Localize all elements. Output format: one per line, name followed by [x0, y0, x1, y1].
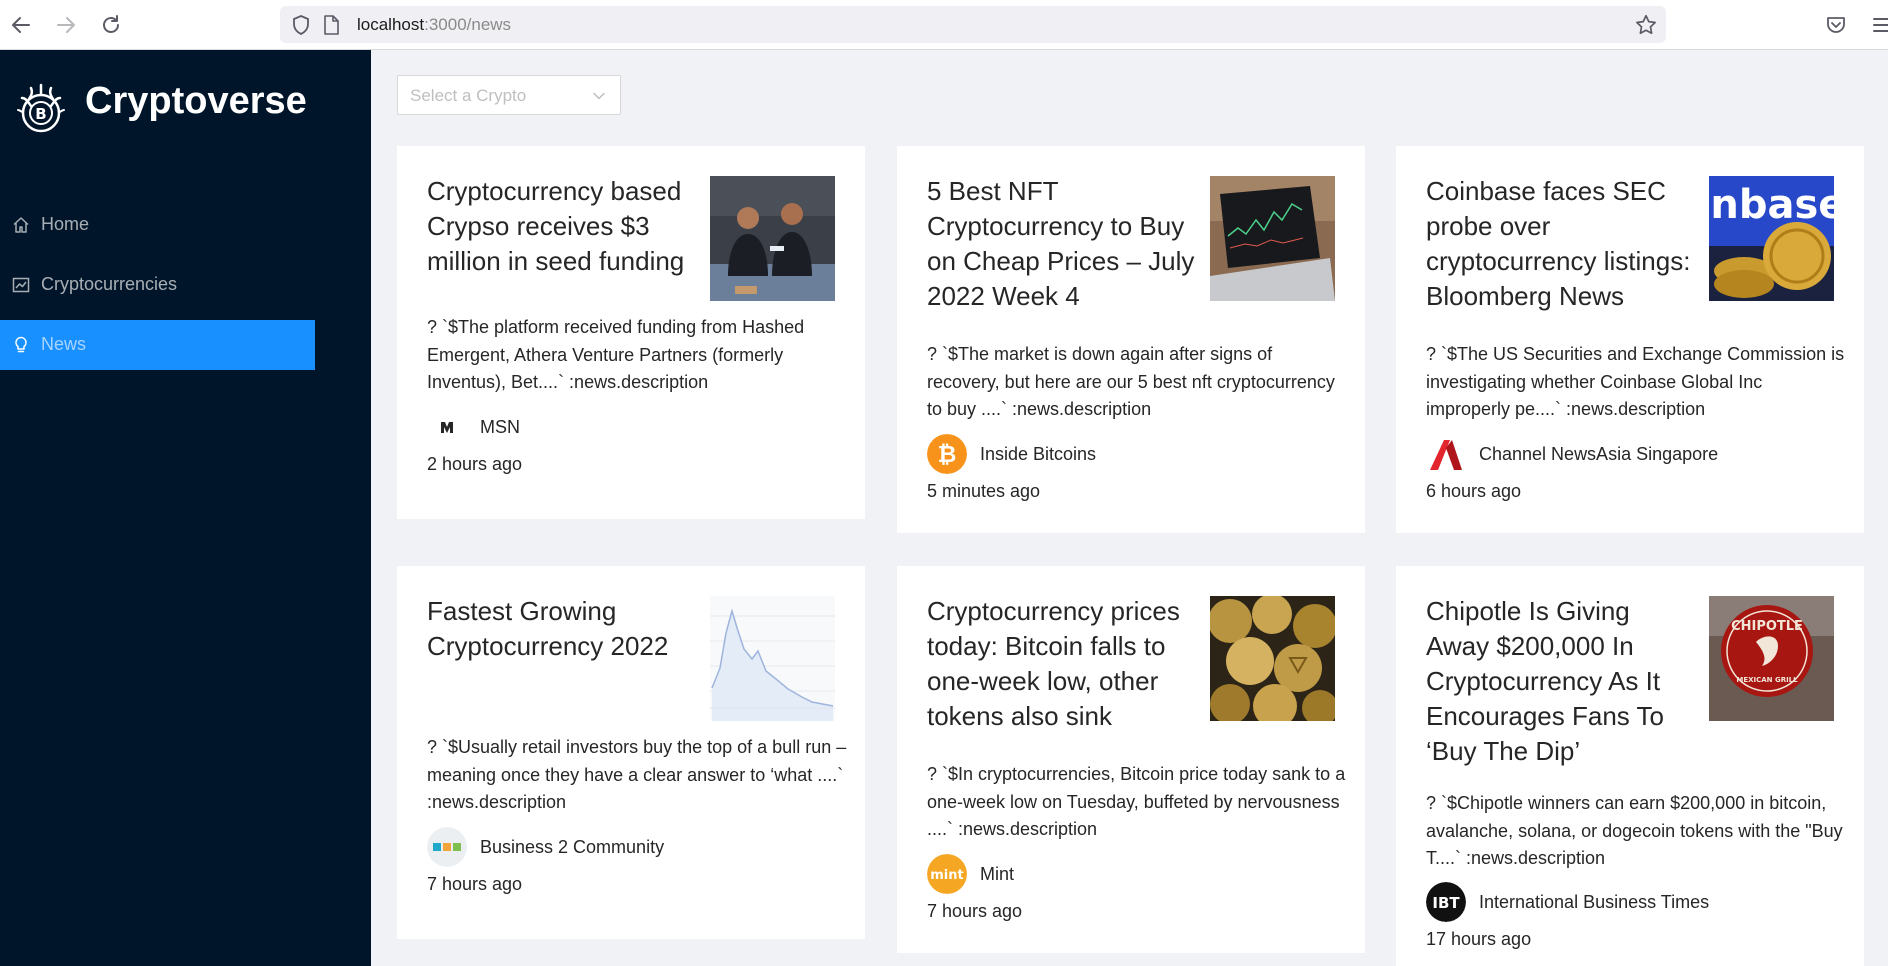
url-text[interactable]: localhost:3000/news	[357, 15, 511, 35]
thumb-subtext: MEXICAN GRILL	[1736, 676, 1798, 684]
news-card[interactable]: Coinbase faces SEC probe over cryptocurr…	[1396, 146, 1864, 533]
pocket-icon[interactable]	[1824, 13, 1848, 37]
news-description: ? `$Usually retail investors buy the top…	[427, 737, 847, 812]
founders-photo-icon	[710, 176, 835, 301]
provider-name: Inside Bitcoins	[980, 444, 1097, 464]
forward-arrow-icon[interactable]	[54, 13, 78, 37]
svg-text:B: B	[35, 105, 46, 123]
news-provider[interactable]: Business 2 Community	[427, 827, 847, 867]
hamburger-menu-icon[interactable]	[1872, 14, 1888, 36]
news-provider[interactable]: mint Mint	[927, 854, 1347, 894]
laptop-chart-photo-icon	[1210, 176, 1335, 301]
msn-logo-icon	[427, 407, 467, 447]
reload-icon[interactable]	[99, 13, 123, 37]
ibt-logo-icon: IBT	[1426, 882, 1466, 922]
mint-logo-icon: mint	[927, 854, 967, 894]
news-title[interactable]: Fastest Growing Cryptocurrency 2022	[427, 594, 697, 664]
provider-name: International Business Times	[1479, 892, 1710, 912]
news-card[interactable]: Cryptocurrency prices today: Bitcoin fal…	[897, 566, 1365, 953]
bulb-icon	[15, 336, 27, 353]
news-time: 2 hours ago	[427, 454, 523, 474]
b2c-logo-icon	[427, 827, 467, 867]
tracking-shield-icon[interactable]	[290, 14, 312, 36]
news-title[interactable]: Cryptocurrency prices today: Bitcoin fal…	[927, 594, 1197, 734]
provider-name: Mint	[980, 864, 1015, 884]
news-thumbnail[interactable]	[1210, 176, 1335, 301]
news-provider[interactable]: Channel NewsAsia Singapore	[1426, 434, 1846, 474]
news-card[interactable]: 5 Best NFT Cryptocurrency to Buy on Chea…	[897, 146, 1365, 533]
gold-coins-photo-icon	[1210, 596, 1335, 721]
news-card[interactable]: Cryptocurrency based Crypso receives $3 …	[397, 146, 865, 519]
news-description: ? `$In cryptocurrencies, Bitcoin price t…	[927, 764, 1346, 839]
sidebar-item-label: Cryptocurrencies	[41, 274, 178, 294]
news-description: ? `$Chipotle winners can earn $200,000 i…	[1426, 793, 1843, 868]
news-thumbnail[interactable]	[710, 596, 835, 721]
sidebar-item-label: Home	[41, 214, 90, 234]
news-time: 7 hours ago	[427, 874, 523, 894]
news-provider[interactable]: ₿ Inside Bitcoins	[927, 434, 1347, 474]
news-description: ? `$The platform received funding from H…	[427, 317, 805, 392]
address-bar[interactable]: localhost:3000/news	[280, 6, 1666, 43]
sidebar-item-home[interactable]: Home	[0, 200, 315, 250]
thumb-text: CHIPOTLE	[1731, 619, 1803, 634]
news-title[interactable]: Cryptocurrency based Crypso receives $3 …	[427, 174, 697, 279]
news-time: 5 minutes ago	[927, 481, 1041, 501]
news-title[interactable]: 5 Best NFT Cryptocurrency to Buy on Chea…	[927, 174, 1197, 314]
coinbase-coins-photo-icon: inbase	[1709, 176, 1834, 301]
news-thumbnail[interactable]: inbase	[1709, 176, 1834, 301]
news-thumbnail[interactable]	[1210, 596, 1335, 721]
news-time: 7 hours ago	[927, 901, 1023, 921]
news-title[interactable]: Coinbase faces SEC probe over cryptocurr…	[1426, 174, 1696, 314]
provider-name: Channel NewsAsia Singapore	[1479, 444, 1719, 464]
ibt-logo-text: IBT	[1432, 894, 1460, 912]
thumb-text: inbase	[1709, 182, 1834, 228]
svg-text:₿: ₿	[938, 442, 957, 468]
news-thumbnail[interactable]: CHIPOTLE MEXICAN GRILL	[1709, 596, 1834, 721]
bookmark-star-icon[interactable]	[1634, 13, 1658, 37]
mint-logo-text: mint	[930, 868, 963, 883]
crypto-select-placeholder: Select a Crypto	[410, 86, 527, 105]
news-description: ? `$The market is down again after signs…	[927, 344, 1335, 419]
news-thumbnail[interactable]	[710, 176, 835, 301]
cryptoverse-logo-icon[interactable]: B	[14, 82, 68, 136]
chevron-down-icon	[593, 92, 605, 100]
news-provider[interactable]: MSN	[427, 407, 847, 447]
news-time: 17 hours ago	[1426, 929, 1532, 949]
news-time: 6 hours ago	[1426, 481, 1522, 501]
news-description: ? `$The US Securities and Exchange Commi…	[1426, 344, 1845, 419]
news-title[interactable]: Chipotle Is Giving Away $200,000 In Cryp…	[1426, 594, 1696, 769]
sidebar: B Cryptoverse Home Cryptocurrencies News	[0, 50, 371, 966]
back-arrow-icon[interactable]	[9, 13, 33, 37]
chart-icon	[12, 277, 30, 293]
browser-toolbar: localhost:3000/news	[0, 0, 1888, 50]
chipotle-sign-photo-icon: CHIPOTLE MEXICAN GRILL	[1709, 596, 1834, 721]
news-card[interactable]: Fastest Growing Cryptocurrency 2022 ? `$…	[397, 566, 865, 939]
bitcoin-logo-icon: ₿	[927, 434, 967, 474]
brand-title[interactable]: Cryptoverse	[85, 80, 307, 123]
provider-name: MSN	[480, 417, 520, 437]
provider-name: Business 2 Community	[480, 837, 665, 857]
sidebar-item-cryptocurrencies[interactable]: Cryptocurrencies	[0, 260, 315, 310]
home-icon	[13, 217, 29, 233]
sidebar-item-label: News	[41, 334, 87, 354]
page-info-icon[interactable]	[322, 15, 340, 35]
crypto-select[interactable]: Select a Crypto	[397, 75, 621, 115]
news-card[interactable]: Chipotle Is Giving Away $200,000 In Cryp…	[1396, 566, 1864, 966]
cna-logo-icon	[1426, 434, 1466, 474]
price-chart-thumbnail-icon	[710, 596, 835, 721]
news-provider[interactable]: IBT International Business Times	[1426, 882, 1846, 922]
sidebar-item-news[interactable]: News	[0, 320, 315, 370]
